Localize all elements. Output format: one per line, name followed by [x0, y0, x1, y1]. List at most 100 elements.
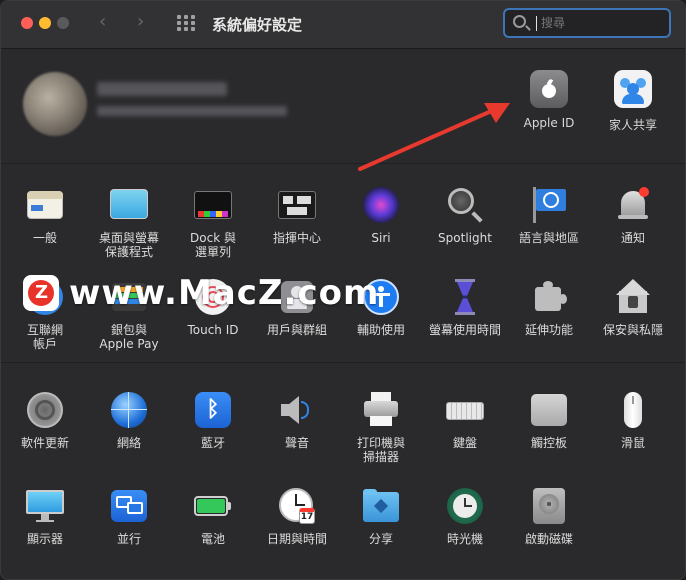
pref-security-label: 保安與私隱 [602, 323, 663, 337]
search-input[interactable] [541, 14, 661, 32]
search-field[interactable] [503, 8, 671, 38]
pref-trackpad[interactable]: 觸控板 [507, 390, 591, 450]
displays-icon [25, 486, 65, 526]
pref-startup-disk-label: 啟動磁碟 [524, 532, 573, 546]
pref-desktop-label-2: 保護程式 [104, 245, 153, 259]
startup-disk-icon [529, 486, 569, 526]
pref-printers-label-1: 打印機與 [356, 436, 405, 450]
pref-language-region[interactable]: 語言與地區 [507, 185, 591, 245]
pref-mission-control[interactable]: 指揮中心 [255, 185, 339, 245]
pref-users-label: 用戶與群組 [266, 323, 327, 337]
family-sharing-icon [614, 70, 652, 108]
pref-spotlight[interactable]: Spotlight [423, 185, 507, 245]
pref-printers-scanners[interactable]: 打印機與 掃描器 [339, 390, 423, 464]
notifications-icon [613, 185, 653, 225]
pref-dock-label-2: 選單列 [194, 245, 231, 259]
apple-id-label: Apple ID [523, 116, 575, 130]
family-sharing-label: 家人共享 [608, 118, 657, 132]
pref-siri-label: Siri [371, 231, 391, 245]
pref-sidecar-label: 並行 [116, 532, 141, 546]
pref-trackpad-label: 觸控板 [530, 436, 567, 450]
pref-date-time[interactable]: 17 日期與時間 [255, 486, 339, 546]
pref-time-machine[interactable]: 時光機 [423, 486, 507, 546]
pref-mission-control-label: 指揮中心 [272, 231, 321, 245]
text-caret [536, 16, 537, 31]
pref-sharing-label: 分享 [368, 532, 393, 546]
pref-startup-disk[interactable]: 啟動磁碟 [507, 486, 591, 546]
pref-battery[interactable]: 電池 [171, 486, 255, 546]
pref-wallet-label-2: Apple Pay [99, 337, 159, 351]
language-region-icon [529, 185, 569, 225]
pref-general[interactable]: 一般 [3, 185, 87, 245]
pref-screen-time-label: 螢幕使用時間 [428, 323, 501, 337]
pref-siri[interactable]: Siri [339, 185, 423, 245]
pref-sidecar[interactable]: 並行 [87, 486, 171, 546]
pref-bluetooth[interactable]: ᛒ 藍牙 [171, 390, 255, 450]
security-privacy-icon [613, 277, 653, 317]
title-bar: ‹ › 系統偏好設定 [1, 1, 685, 49]
pref-extensions-label: 延伸功能 [524, 323, 573, 337]
zoom-window-button[interactable] [57, 17, 69, 29]
pref-extensions[interactable]: 延伸功能 [507, 277, 591, 337]
pref-printers-label-2: 掃描器 [362, 450, 399, 464]
family-sharing-button[interactable]: 家人共享 [597, 70, 669, 133]
pref-internet-label-1: 互聯網 [26, 323, 63, 337]
chevron-right-icon: › [137, 11, 145, 32]
system-preferences-window: ‹ › 系統偏好設定 Apple ID [0, 0, 686, 580]
dock-icon [193, 185, 233, 225]
pref-date-time-label: 日期與時間 [266, 532, 327, 546]
pref-sound[interactable]: 聲音 [255, 390, 339, 450]
close-window-button[interactable] [21, 17, 33, 29]
pref-general-label: 一般 [32, 231, 57, 245]
pref-mouse-label: 滑鼠 [620, 436, 645, 450]
pref-spotlight-label: Spotlight [438, 231, 492, 245]
chevron-left-icon: ‹ [99, 11, 107, 32]
pref-mouse[interactable]: 滑鼠 [591, 390, 675, 450]
pref-network-label: 網絡 [116, 436, 141, 450]
preferences-section-personal: 一般 桌面與螢幕 保護程式 Dock 與 選單列 指揮中心 Siri Spotl… [1, 165, 685, 363]
forward-button[interactable]: › [137, 12, 144, 32]
apple-id-button[interactable]: Apple ID [513, 70, 585, 130]
network-icon [109, 390, 149, 430]
time-machine-icon [445, 486, 485, 526]
pref-displays[interactable]: 顯示器 [3, 486, 87, 546]
extensions-icon [529, 277, 569, 317]
pref-software-update[interactable]: 軟件更新 [3, 390, 87, 450]
pref-notifications[interactable]: 通知 [591, 185, 675, 245]
show-all-grid-icon[interactable] [177, 15, 197, 31]
spotlight-icon [445, 185, 485, 225]
pref-internet-label-2: 帳戶 [32, 337, 57, 351]
pref-keyboard[interactable]: 鍵盤 [423, 390, 507, 450]
pref-notifications-label: 通知 [620, 231, 645, 245]
pref-screen-time[interactable]: 螢幕使用時間 [423, 277, 507, 337]
calendar-day: 17 [299, 508, 315, 524]
keyboard-icon [445, 390, 485, 430]
trackpad-icon [529, 390, 569, 430]
avatar[interactable] [23, 72, 87, 136]
pref-bluetooth-label: 藍牙 [200, 436, 225, 450]
sharing-icon [361, 486, 401, 526]
search-icon [513, 15, 526, 28]
pref-displays-label: 顯示器 [26, 532, 63, 546]
window-title: 系統偏好設定 [212, 16, 303, 34]
software-update-icon [25, 390, 65, 430]
pref-network[interactable]: 網絡 [87, 390, 171, 450]
pref-accessibility-label: 輔助使用 [356, 323, 405, 337]
macz-logo-icon [23, 275, 59, 311]
blurred-user-name [97, 82, 227, 96]
siri-icon [361, 185, 401, 225]
pref-security-privacy[interactable]: 保安與私隱 [591, 277, 675, 337]
pref-dock-menubar[interactable]: Dock 與 選單列 [171, 185, 255, 259]
printers-scanners-icon [361, 390, 401, 430]
pref-battery-label: 電池 [200, 532, 225, 546]
pref-wallet-label-1: 銀包與 [110, 323, 147, 337]
pref-dock-label-1: Dock 與 [190, 231, 236, 245]
back-button[interactable]: ‹ [99, 12, 106, 32]
minimize-window-button[interactable] [39, 17, 51, 29]
pref-desktop-screensaver[interactable]: 桌面與螢幕 保護程式 [87, 185, 171, 259]
pref-sound-label: 聲音 [284, 436, 309, 450]
blurred-user-detail [97, 106, 287, 116]
pref-desktop-label-1: 桌面與螢幕 [98, 231, 159, 245]
preferences-section-hardware: 軟件更新 網絡 ᛒ 藍牙 聲音 打印機與 掃描器 鍵盤 觸控板 滑鼠 顯示器 並… [1, 364, 685, 579]
pref-sharing[interactable]: 分享 [339, 486, 423, 546]
